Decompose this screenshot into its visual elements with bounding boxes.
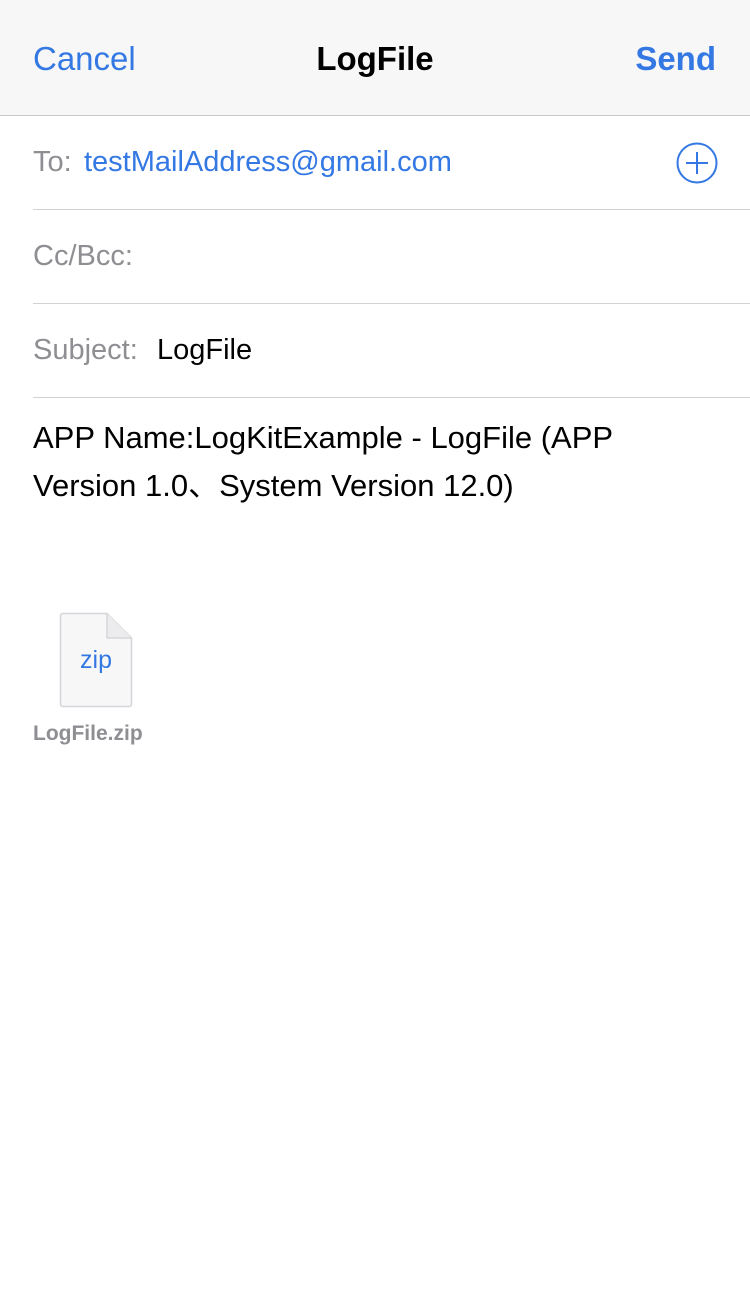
subject-label: Subject: — [33, 334, 138, 366]
attachment-item[interactable]: zip LogFile.zip — [33, 612, 163, 752]
to-recipient[interactable]: testMailAddress@gmail.com — [84, 143, 452, 181]
cc-bcc-field-row[interactable]: Cc/Bcc: — [33, 210, 750, 304]
message-body[interactable]: APP Name:LogKitExample - LogFile (APP Ve… — [33, 414, 723, 510]
plus-circle-icon[interactable] — [676, 142, 718, 184]
attachment-extension: zip — [80, 646, 112, 674]
send-button[interactable]: Send — [635, 37, 716, 81]
subject-field-row[interactable]: Subject: LogFile — [33, 304, 750, 398]
cc-bcc-input[interactable] — [147, 230, 687, 282]
attachment-filename: LogFile.zip — [33, 722, 143, 745]
mail-compose-screen: Cancel LogFile Send To: testMailAddress@… — [0, 0, 750, 1296]
message-body-line: APP Name:LogKitExample - LogFile (APP — [33, 420, 614, 455]
navigation-bar: Cancel LogFile Send — [0, 0, 750, 116]
message-body-line: Version 1.0、System Version 12.0) — [33, 468, 514, 503]
to-field-row[interactable]: To: testMailAddress@gmail.com — [33, 116, 750, 210]
subject-input[interactable]: LogFile — [157, 331, 252, 369]
to-label: To: — [33, 146, 72, 178]
cc-bcc-label: Cc/Bcc: — [33, 240, 133, 272]
